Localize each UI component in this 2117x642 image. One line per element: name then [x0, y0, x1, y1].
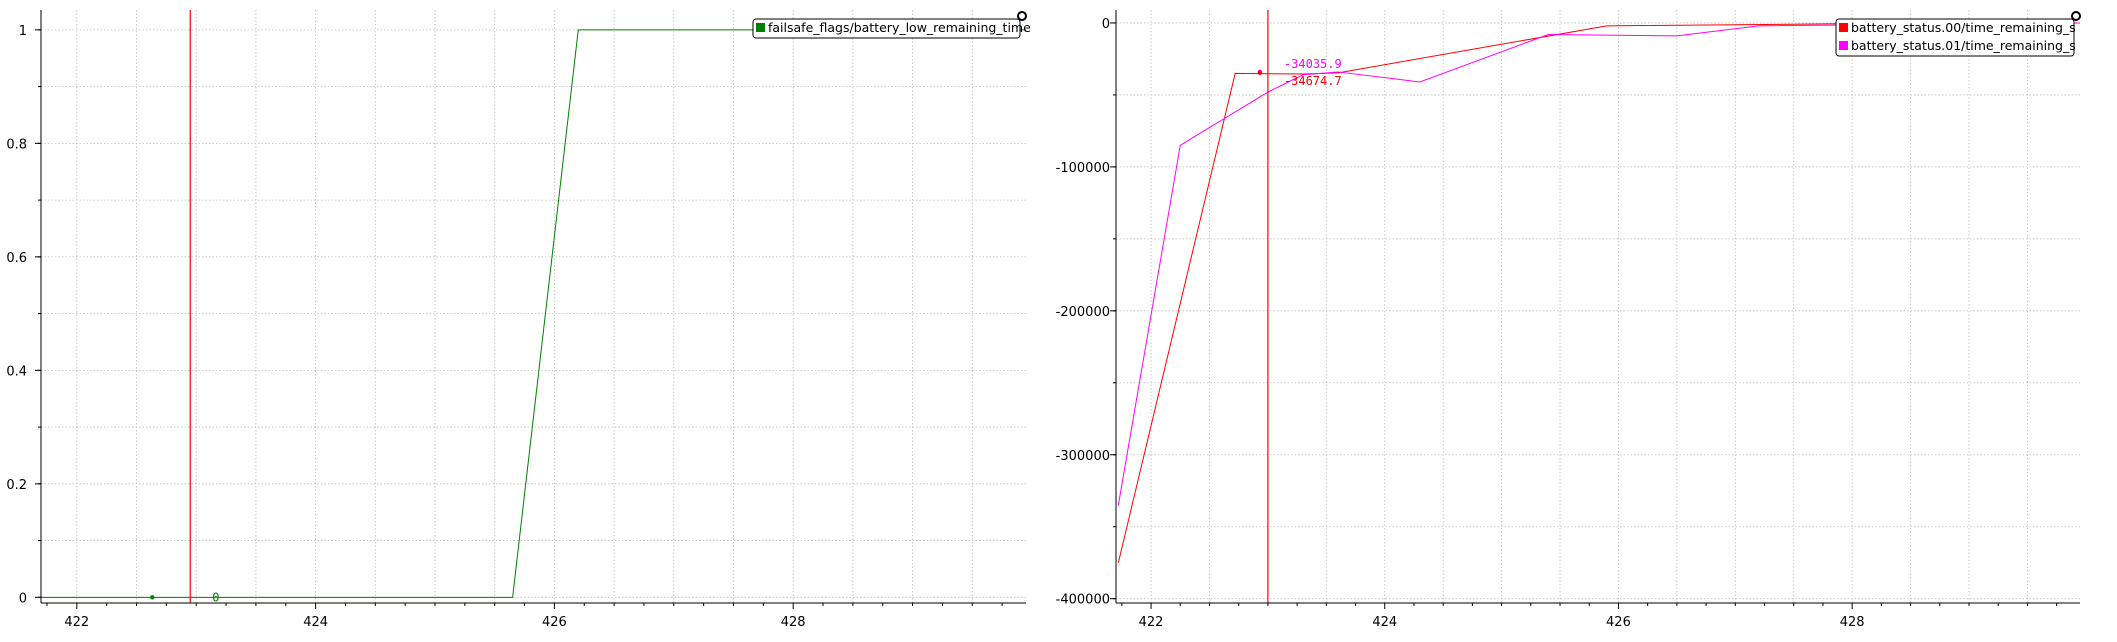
x-tick-label: 422 — [1139, 615, 1164, 630]
tick-labels: 422 424 426 428 0 -100000 -200000 -300000 -40000… — [1056, 17, 1865, 630]
y-tick-label: 0.4 — [6, 364, 27, 379]
chart-time-remaining[interactable]: 422 424 426 428 0 -100000 -200000 -300000 -40000… — [1056, 10, 2081, 630]
legend-label[interactable]: failsafe_flags/battery_low_remaining_tim… — [768, 20, 1031, 35]
plot-options-icon[interactable] — [1017, 11, 1027, 21]
legend-label[interactable]: battery_status.01/time_remaining_s — [1851, 38, 2076, 53]
x-tick-label: 426 — [1606, 615, 1631, 630]
y-tick-label: -400000 — [1056, 593, 1110, 608]
legend-swatch[interactable] — [756, 23, 765, 32]
series-group — [1117, 22, 2081, 563]
x-tick-label: 424 — [303, 615, 328, 630]
x-tick-label: 428 — [781, 615, 806, 630]
value-annotation: 0 — [212, 590, 219, 604]
y-tick-label: 0.8 — [6, 137, 27, 152]
x-tick-label: 426 — [542, 615, 567, 630]
grid-lines — [1116, 10, 2080, 603]
grid-lines — [41, 10, 1026, 603]
series-line-0[interactable] — [1117, 22, 2081, 563]
y-tick-label: -200000 — [1056, 305, 1110, 320]
tick-labels: 422 424 426 428 0 0.2 0.4 0.6 0.8 1 — [6, 24, 805, 630]
legend[interactable]: battery_status.00/time_remaining_sbatter… — [1835, 18, 2076, 57]
y-tick-label: 0 — [19, 591, 27, 606]
y-tick-label: 1 — [19, 24, 27, 39]
x-tick-label: 428 — [1840, 615, 1865, 630]
y-tick-label: 0.2 — [6, 478, 27, 493]
x-tick-label: 424 — [1372, 615, 1397, 630]
x-tick-label: 422 — [64, 615, 89, 630]
plot-options-icon[interactable] — [2071, 11, 2081, 21]
chart-battery-low-flag[interactable]: 422 424 426 428 0 0.2 0.4 0.6 0.8 1 0 failsafe_fl… — [6, 10, 1031, 630]
y-tick-label: 0.6 — [6, 251, 27, 266]
legend-label[interactable]: battery_status.00/time_remaining_s — [1851, 20, 2076, 35]
plot-area: 422 424 426 428 0 0.2 0.4 0.6 0.8 1 0 failsafe_fl… — [6, 10, 2081, 630]
axes — [35, 10, 1026, 609]
value-marker — [150, 595, 155, 600]
legend-swatch[interactable] — [1839, 23, 1848, 32]
y-tick-label: 0 — [1102, 17, 1110, 32]
legend-swatch[interactable] — [1839, 41, 1848, 50]
y-tick-label: -300000 — [1056, 449, 1110, 464]
legend[interactable]: failsafe_flags/battery_low_remaining_tim… — [752, 18, 1031, 39]
value-annotation: -34674.7 — [1284, 74, 1342, 88]
y-tick-label: -100000 — [1056, 161, 1110, 176]
value-marker — [1257, 70, 1263, 76]
value-annotation: -34035.9 — [1284, 57, 1342, 71]
